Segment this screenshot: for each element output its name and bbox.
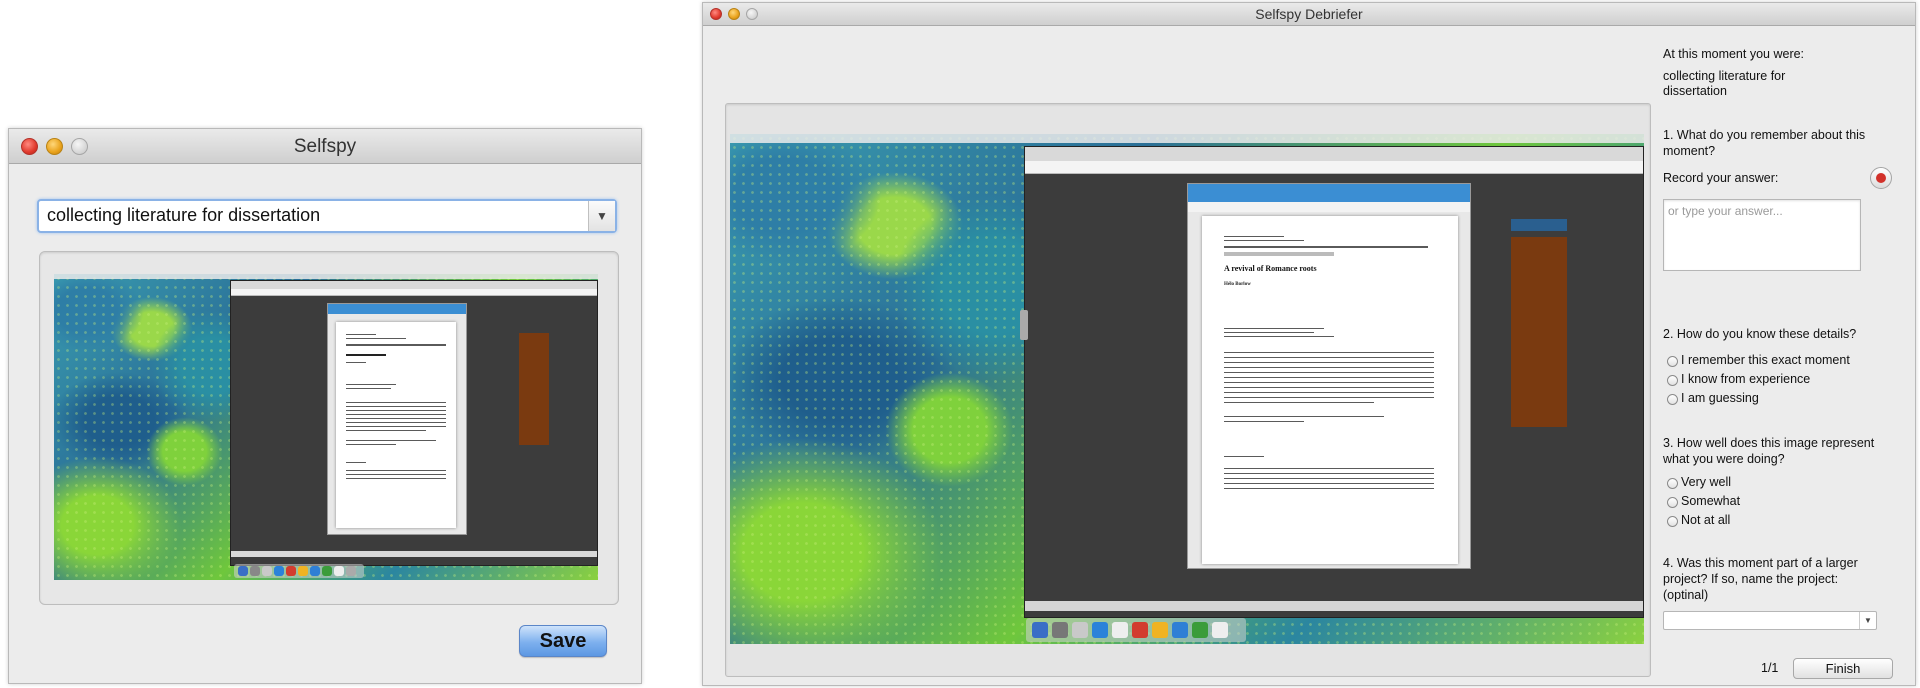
screenshot-well [39, 251, 619, 605]
finish-button[interactable]: Finish [1793, 658, 1893, 679]
screenshot-image: A revival of Romance roots Hélo Borlow [730, 134, 1644, 644]
record-icon[interactable] [1870, 167, 1892, 189]
menubar [730, 134, 1644, 143]
pdf-article-title: A revival of Romance roots [1224, 264, 1317, 273]
debriefer-window: Selfspy Debriefer A revival of Romance r… [702, 2, 1916, 686]
q3-option-2[interactable]: Not at all [1681, 513, 1730, 527]
pdf-page [336, 322, 456, 528]
answer-placeholder: or type your answer... [1668, 204, 1783, 218]
q1-question: 1. What do you remember about this momen… [1663, 128, 1866, 158]
q2-radio-0[interactable] [1667, 356, 1678, 367]
screenshot-well: A revival of Romance roots Hélo Borlow [725, 103, 1651, 677]
q2-radio-1[interactable] [1667, 375, 1678, 386]
dropdown-arrow-icon[interactable]: ▼ [588, 201, 615, 231]
titlebar: Selfspy [9, 129, 641, 164]
dock [234, 564, 364, 578]
dock [1026, 618, 1246, 642]
q2-option-1[interactable]: I know from experience [1681, 372, 1810, 386]
q2-option-2[interactable]: I am guessing [1681, 391, 1759, 405]
q4-question: 4. Was this moment part of a larger proj… [1663, 556, 1858, 602]
save-button[interactable]: Save [519, 625, 607, 657]
q2-option-0[interactable]: I remember this exact moment [1681, 353, 1850, 367]
pdf-viewer [327, 303, 467, 535]
q3-question: 3. How well does this image represent wh… [1663, 436, 1875, 466]
selfspy-window: Selfspy collecting literature for disser… [8, 128, 642, 684]
q2-radio-2[interactable] [1667, 394, 1678, 405]
moment-heading: At this moment you were: [1663, 47, 1805, 61]
q3-option-0[interactable]: Very well [1681, 475, 1731, 489]
menubar [54, 274, 598, 279]
q3-radio-2[interactable] [1667, 516, 1678, 527]
activity-combobox[interactable]: collecting literature for dissertation ▼ [37, 199, 617, 233]
pdf-author: Hélo Borlow [1224, 282, 1251, 287]
project-combobox[interactable]: ▼ [1663, 611, 1877, 630]
window-title: Selfspy [293, 136, 357, 157]
q2-question: 2. How do you know these details? [1663, 327, 1857, 341]
q3-radio-0[interactable] [1667, 478, 1678, 489]
activity-value[interactable]: collecting literature for dissertation [47, 205, 320, 226]
pdf-page: A revival of Romance roots Hélo Borlow [1202, 216, 1458, 564]
dropdown-arrow-icon[interactable]: ▼ [1859, 612, 1876, 629]
page-indicator: 1/1 [1761, 661, 1779, 675]
pdf-viewer: A revival of Romance roots Hélo Borlow [1187, 183, 1471, 569]
q3-radio-1[interactable] [1667, 497, 1678, 508]
screenshot-thumbnail [54, 274, 598, 580]
browser-window [230, 280, 598, 566]
q3-option-1[interactable]: Somewhat [1681, 494, 1740, 508]
browser-window: A revival of Romance roots Hélo Borlow [1024, 146, 1644, 618]
answer-textarea[interactable]: or type your answer... [1663, 199, 1861, 271]
window-title: Selfspy Debriefer [1255, 6, 1363, 22]
titlebar: Selfspy Debriefer [703, 3, 1915, 26]
moment-value: collecting literature for dissertation [1663, 69, 1786, 98]
record-label: Record your answer: [1663, 171, 1779, 185]
